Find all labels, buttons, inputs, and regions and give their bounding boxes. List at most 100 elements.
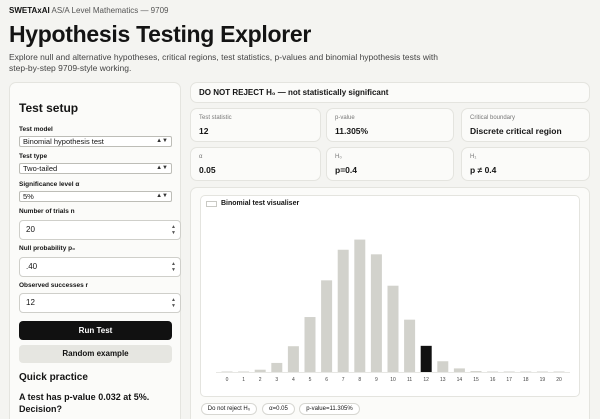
significance-value: 5% xyxy=(23,192,34,201)
stepper-icon[interactable]: ▲ ▼ xyxy=(171,261,176,273)
x-tick-label-10: 10 xyxy=(390,377,396,383)
bar-18 xyxy=(520,371,532,372)
bar-19 xyxy=(536,371,548,372)
stat-card-null-hypothesis: H₀ p=0.4 xyxy=(326,147,454,181)
page-description: Explore null and alternative hypotheses,… xyxy=(9,52,438,73)
x-tick-label-2: 2 xyxy=(259,377,262,383)
bar-1 xyxy=(238,371,250,372)
bar-20 xyxy=(553,371,565,372)
brand-line: SWETAxAI AS/A Level Mathematics — 9709 xyxy=(9,6,168,15)
bar-0 xyxy=(221,371,233,372)
bar-9 xyxy=(370,254,382,372)
stat-value: 12 xyxy=(199,126,209,136)
chevron-updown-icon: ▲▼ xyxy=(156,165,168,171)
x-tick-label-9: 9 xyxy=(375,377,378,383)
chevron-updown-icon: ▲▼ xyxy=(156,193,168,199)
significance-select[interactable]: 5% ▲▼ xyxy=(19,191,172,202)
x-tick-label-12: 12 xyxy=(423,377,429,383)
bar-3 xyxy=(271,362,283,372)
stat-card-alt-hypothesis: H₁ p ≠ 0.4 xyxy=(461,147,590,181)
course-name: AS/A Level Mathematics — 9709 xyxy=(51,6,169,15)
x-tick-label-4: 4 xyxy=(292,377,295,383)
alpha-chip: α=0.05 xyxy=(262,403,295,415)
x-tick-label-6: 6 xyxy=(325,377,328,383)
x-tick-label-11: 11 xyxy=(407,377,412,383)
x-tick-label-14: 14 xyxy=(457,377,463,383)
trials-label: Number of trials n xyxy=(19,208,75,215)
test-model-select[interactable]: Binomial hypothesis test ▲▼ xyxy=(19,136,172,147)
bar-6 xyxy=(321,280,333,372)
bar-15 xyxy=(470,371,482,372)
null-prob-input[interactable]: .40 ▲ ▼ xyxy=(19,257,181,277)
significance-label: Significance level α xyxy=(19,181,80,188)
stat-card-p-value: p-value 11.305% xyxy=(326,108,454,142)
bar-11 xyxy=(404,319,416,372)
stat-label: Test statistic xyxy=(199,115,232,121)
observed-input[interactable]: 12 ▲ ▼ xyxy=(19,293,181,313)
x-tick-label-17: 17 xyxy=(506,377,512,383)
stat-label: Critical boundary xyxy=(470,115,516,121)
stat-label: p-value xyxy=(335,115,355,121)
stat-value: Discrete critical region xyxy=(470,126,562,136)
test-model-label: Test model xyxy=(19,126,53,133)
stat-card-alpha: α 0.05 xyxy=(190,147,321,181)
x-tick-label-13: 13 xyxy=(440,377,446,383)
stat-value: p ≠ 0.4 xyxy=(470,165,497,175)
bar-10 xyxy=(387,285,399,372)
observed-label: Observed successes r xyxy=(19,282,89,289)
decision-banner: DO NOT REJECT H₀ — not statistically sig… xyxy=(190,82,590,103)
x-tick-label-15: 15 xyxy=(473,377,479,383)
x-tick-label-16: 16 xyxy=(490,377,496,383)
trials-input[interactable]: 20 ▲ ▼ xyxy=(19,220,181,240)
stat-label: H₁ xyxy=(470,154,477,160)
bar-14 xyxy=(453,368,465,372)
x-tick-label-0: 0 xyxy=(226,377,229,383)
x-tick-label-5: 5 xyxy=(309,377,312,383)
quick-practice-question: A test has p-value 0.032 at 5%. Decision… xyxy=(19,392,150,414)
bar-8 xyxy=(354,239,366,372)
test-model-value: Binomial hypothesis test xyxy=(23,137,104,146)
stepper-icon[interactable]: ▲ ▼ xyxy=(171,224,176,236)
test-type-value: Two-tailed xyxy=(23,164,58,173)
setup-title: Test setup xyxy=(19,101,79,115)
bar-12 xyxy=(420,345,432,372)
p-value-chip: p-value=11.305% xyxy=(299,403,360,415)
stat-value: p=0.4 xyxy=(335,165,357,175)
x-tick-label-20: 20 xyxy=(556,377,562,383)
brand-name: SWETAxAI xyxy=(9,6,50,15)
bar-4 xyxy=(287,346,299,372)
run-test-button[interactable]: Run Test xyxy=(19,321,172,340)
stat-value: 0.05 xyxy=(199,165,216,175)
chevron-updown-icon: ▲▼ xyxy=(156,138,168,144)
x-tick-label-18: 18 xyxy=(523,377,529,383)
null-prob-value: .40 xyxy=(26,262,38,271)
bar-2 xyxy=(254,369,266,372)
null-prob-label: Null probability p₀ xyxy=(19,245,76,252)
bar-5 xyxy=(304,317,316,372)
page-title: Hypothesis Testing Explorer xyxy=(9,21,312,47)
x-tick-label-19: 19 xyxy=(540,377,546,383)
bar-16 xyxy=(487,371,499,372)
stat-card-test-statistic: Test statistic 12 xyxy=(190,108,321,142)
test-setup-panel: Test setup Test model Binomial hypothesi… xyxy=(9,82,181,419)
x-tick-label-1: 1 xyxy=(242,377,245,383)
bar-7 xyxy=(337,249,349,372)
stepper-icon[interactable]: ▲ ▼ xyxy=(171,297,176,309)
binomial-chart: 0 1 2 3 4 5 6 7 8 9 10 11 12 13 14 15 16 17 18 19 20 xyxy=(216,239,570,383)
test-type-select[interactable]: Two-tailed ▲▼ xyxy=(19,163,172,174)
x-tick-label-3: 3 xyxy=(275,377,278,383)
test-type-label: Test type xyxy=(19,153,48,160)
random-example-button[interactable]: Random example xyxy=(19,345,172,363)
stat-value: 11.305% xyxy=(335,126,369,136)
bar-17 xyxy=(503,371,515,372)
stat-label: H₀ xyxy=(335,154,342,160)
x-tick-label-8: 8 xyxy=(358,377,361,383)
observed-value: 12 xyxy=(26,298,35,307)
stat-label: α xyxy=(199,154,203,160)
stat-card-critical-boundary: Critical boundary Discrete critical regio… xyxy=(461,108,590,142)
bar-13 xyxy=(437,361,449,372)
trials-value: 20 xyxy=(26,225,35,234)
decision-chip: Do not reject H₀ xyxy=(201,403,257,415)
x-tick-label-7: 7 xyxy=(342,377,345,383)
quick-practice-title: Quick practice xyxy=(19,372,88,383)
